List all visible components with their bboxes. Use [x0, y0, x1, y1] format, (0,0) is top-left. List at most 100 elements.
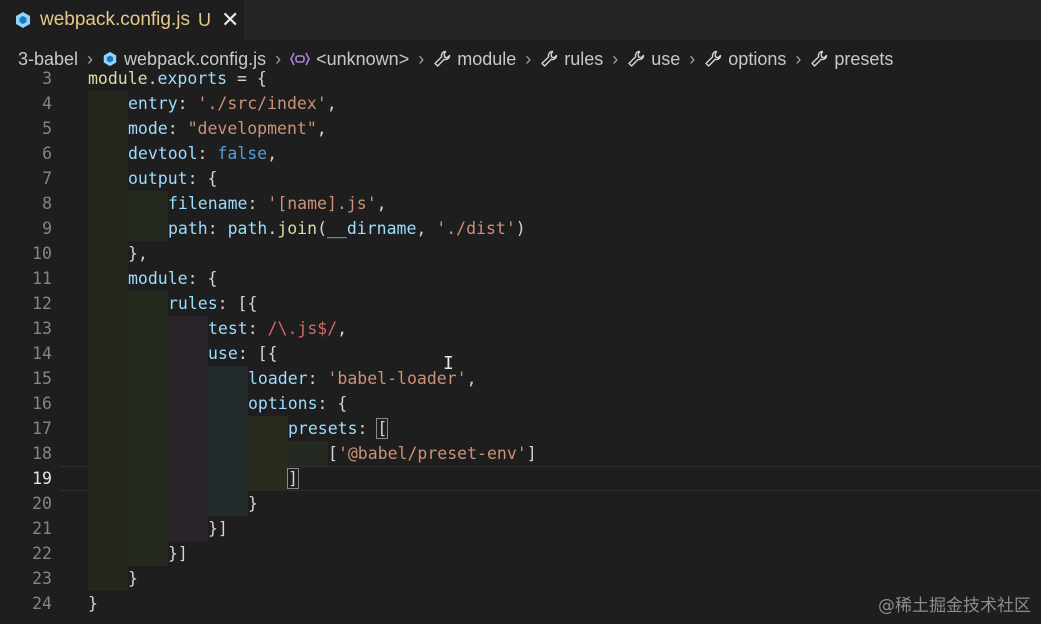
line-number: 13 — [32, 319, 52, 338]
line-number: 10 — [32, 244, 52, 263]
code-line: 13 test: /\.js$/, — [0, 316, 1041, 341]
code-line: 7 output: { — [0, 166, 1041, 191]
webpack-icon — [14, 11, 32, 29]
code-text[interactable]: mode: "development", — [128, 116, 327, 141]
code-token: . — [147, 69, 158, 88]
code-line: 18 ['@babel/preset-env'] — [0, 441, 1041, 466]
watermark: @稀土掘金技术社区 — [878, 596, 1031, 616]
code-text[interactable]: ['@babel/preset-env'] — [328, 441, 537, 466]
code-token: : — [167, 119, 188, 138]
code-token: ] — [526, 444, 537, 463]
code-line: 22}] — [0, 541, 1041, 566]
line-number: 20 — [32, 494, 52, 513]
code-text[interactable]: module.exports = { — [88, 66, 267, 91]
line-number: 24 — [32, 594, 52, 613]
code-text[interactable]: }] — [168, 541, 188, 566]
code-line: 17 presets: [ — [0, 416, 1041, 441]
code-line: 9 path: path.join(__dirname, './dist') — [0, 216, 1041, 241]
code-line: 6 devtool: false, — [0, 141, 1041, 166]
code-editor[interactable]: 3 module.exports = { 4 entry: './src/index'… — [0, 66, 1041, 624]
code-line: 19] — [0, 466, 1041, 491]
code-line: 12 rules: [{ — [0, 291, 1041, 316]
code-token: }] — [168, 544, 188, 563]
code-token: , — [466, 369, 477, 388]
code-text[interactable]: devtool: false, — [128, 141, 277, 166]
code-token: : — [197, 144, 218, 163]
line-number: 9 — [42, 219, 52, 238]
code-token: , — [337, 319, 348, 338]
code-token: join — [277, 219, 318, 238]
code-token: output — [128, 169, 188, 188]
code-token: path — [227, 219, 268, 238]
code-text[interactable]: presets: [ — [288, 416, 389, 441]
code-text[interactable]: }, — [128, 241, 148, 266]
code-text[interactable]: test: /\.js$/, — [208, 316, 347, 341]
code-text[interactable]: ] — [287, 466, 299, 491]
code-line: 16 options: { — [0, 391, 1041, 416]
tab-filename: webpack.config.js — [40, 9, 190, 30]
code-line: 8 filename: '[name].js', — [0, 191, 1041, 216]
code-text[interactable]: } — [128, 566, 138, 591]
code-text[interactable]: use: [{ — [208, 341, 278, 366]
line-number: 3 — [42, 69, 52, 88]
code-token: : [{ — [217, 294, 258, 313]
code-token: false — [217, 144, 268, 163]
code-text[interactable]: options: { — [248, 391, 347, 416]
line-number: 7 — [42, 169, 52, 188]
code-token: = { — [227, 69, 267, 88]
code-token: : — [357, 419, 378, 438]
code-text[interactable]: entry: './src/index', — [128, 91, 337, 116]
close-icon[interactable]: ✕ — [221, 9, 239, 31]
editor-tab[interactable]: webpack.config.js U ✕ — [0, 0, 244, 40]
code-text[interactable]: } — [88, 591, 98, 616]
code-token: . — [267, 219, 278, 238]
code-line: 20} — [0, 491, 1041, 516]
code-token: filename — [168, 194, 248, 213]
code-token: : — [247, 194, 268, 213]
code-text[interactable]: path: path.join(__dirname, './dist') — [168, 216, 526, 241]
code-token: , — [267, 144, 278, 163]
code-text[interactable]: filename: '[name].js', — [168, 191, 387, 216]
code-token: , — [316, 119, 327, 138]
code-token: ] — [287, 468, 299, 489]
line-number: 4 — [42, 94, 52, 113]
code-line: 3 module.exports = { — [0, 66, 1041, 91]
code-text[interactable]: }] — [208, 516, 228, 541]
code-token: }, — [128, 244, 148, 263]
code-token: path — [168, 219, 208, 238]
line-number: 18 — [32, 444, 52, 463]
code-token: : — [177, 94, 198, 113]
code-token: './src/index' — [197, 94, 327, 113]
code-token: entry — [128, 94, 178, 113]
code-token: "development" — [187, 119, 317, 138]
line-number: 12 — [32, 294, 52, 313]
line-number: 21 — [32, 519, 52, 538]
code-line: 11 module: { — [0, 266, 1041, 291]
code-token: module — [88, 69, 148, 88]
code-token: devtool — [128, 144, 198, 163]
code-text[interactable]: } — [248, 491, 258, 516]
code-line: 10}, — [0, 241, 1041, 266]
code-line: 14 use: [{ — [0, 341, 1041, 366]
code-token: /\.js$/ — [267, 319, 338, 338]
tab-bar: webpack.config.js U ✕ — [0, 0, 1041, 40]
code-token: : [{ — [237, 344, 278, 363]
code-token: __dirname — [327, 219, 417, 238]
code-token: module — [128, 269, 188, 288]
symbol-variable-icon — [290, 52, 311, 66]
line-number: 5 — [42, 119, 52, 138]
code-line: 15 loader: 'babel-loader', — [0, 366, 1041, 391]
code-token: loader — [248, 369, 308, 388]
code-text[interactable]: module: { — [128, 266, 217, 291]
webpack-icon — [102, 51, 118, 67]
code-line: 23} — [0, 566, 1041, 591]
text-cursor-icon: I — [443, 353, 454, 374]
code-token: , — [376, 194, 387, 213]
code-token: rules — [168, 294, 218, 313]
code-text[interactable]: rules: [{ — [168, 291, 257, 316]
code-token: : { — [187, 169, 218, 188]
code-token: , — [326, 94, 337, 113]
git-status-badge: U — [197, 9, 211, 30]
line-number: 17 — [32, 419, 52, 438]
code-text[interactable]: output: { — [128, 166, 217, 191]
